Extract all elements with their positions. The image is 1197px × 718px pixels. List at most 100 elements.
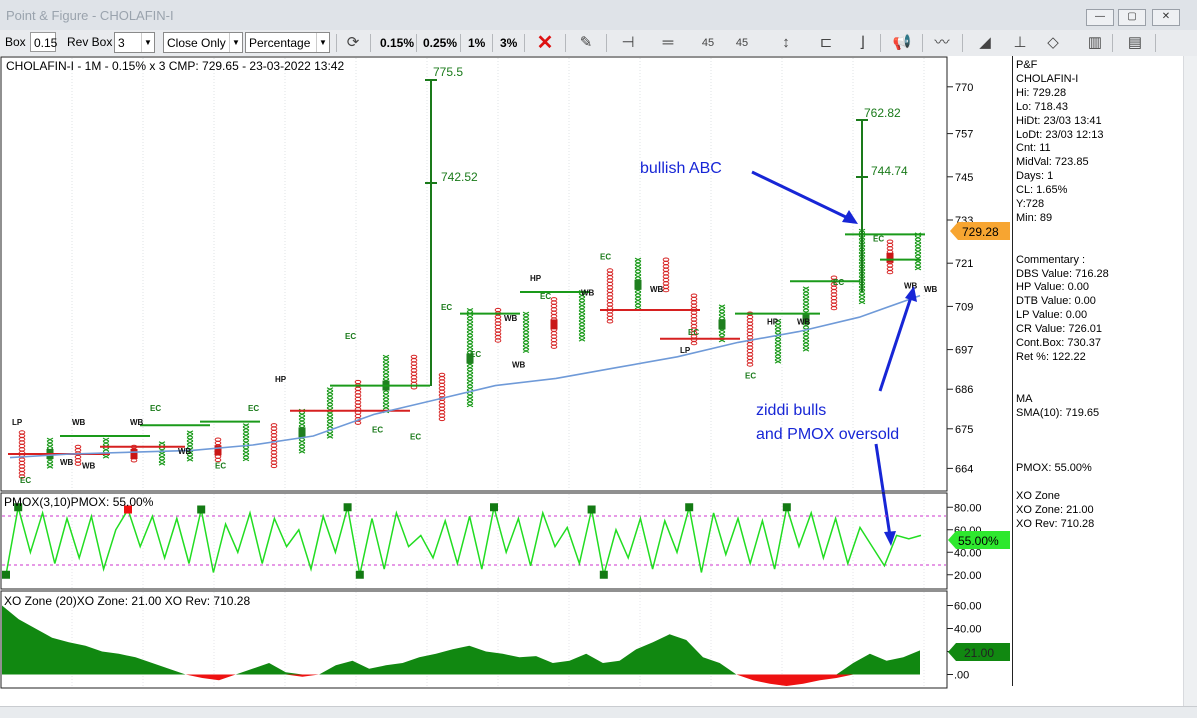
- megaphone-icon[interactable]: 📢: [892, 33, 912, 53]
- separator: [416, 34, 417, 52]
- panel-icon[interactable]: ▤: [1125, 33, 1145, 53]
- pmox-signal-square: [599, 570, 608, 579]
- rev-box-select[interactable]: 3 ▼: [114, 32, 155, 53]
- separator: [524, 34, 525, 52]
- highlight-box: [130, 449, 138, 459]
- pmox-signal-square: [197, 505, 206, 514]
- rev-box-label: Rev Box: [67, 35, 113, 49]
- side-panel-line: HP Value: 0.00: [1016, 281, 1089, 294]
- rev-box-value: 3: [118, 36, 125, 50]
- side-panel-line: PMOX: 55.00%: [1016, 462, 1092, 475]
- pattern-marker-ec: EC: [345, 332, 356, 341]
- side-panel-line: LoDt: 23/03 12:13: [1016, 128, 1104, 141]
- side-panel-line: Commentary :: [1016, 253, 1086, 266]
- side-panel-line: LP Value: 0.00: [1016, 309, 1088, 322]
- pattern-marker-wb: WB: [904, 281, 918, 290]
- pattern-marker-ec: EC: [540, 292, 551, 301]
- projection-2-top: 762.82: [864, 106, 901, 120]
- diamond-icon[interactable]: ◇: [1043, 33, 1063, 53]
- highlight-box: [718, 319, 726, 330]
- o-column: [74, 444, 82, 466]
- anchor-icon[interactable]: ⊥: [1010, 33, 1030, 53]
- pct-button-0[interactable]: 0.15%: [380, 33, 414, 53]
- angle-45-right-icon[interactable]: 45: [732, 33, 752, 53]
- pattern-marker-wb: WB: [512, 361, 526, 370]
- pct-button-1[interactable]: 0.25%: [423, 33, 457, 53]
- side-panel-line: XO Zone: 21.00: [1016, 503, 1094, 516]
- pattern-marker-lp: LP: [680, 346, 691, 355]
- highlight-box: [886, 252, 894, 263]
- y-tick-label: 80.00: [954, 502, 982, 514]
- pf-chart-area[interactable]: 770757745733721709697686675664 LPECWBWB W…: [0, 56, 1012, 706]
- method-select[interactable]: Percentage ▼: [245, 32, 330, 53]
- y-tick-label: 675: [955, 424, 973, 436]
- side-panel-line: Hi: 729.28: [1016, 86, 1067, 99]
- box-size-input[interactable]: 0.15: [30, 32, 57, 52]
- horizontal-line-icon[interactable]: ═: [658, 33, 678, 53]
- title-bar: Point & Figure - CHOLAFIN-I — ▢ ✕: [0, 0, 1197, 31]
- pattern-marker-ec: EC: [745, 371, 756, 380]
- pattern-marker-wb: WB: [178, 447, 192, 456]
- annotation-ziddi-1: ziddi bulls: [756, 402, 826, 419]
- pattern-marker-ec: EC: [215, 461, 226, 470]
- side-panel-line: Cnt: 11: [1016, 142, 1051, 155]
- edit-icon[interactable]: ✎: [576, 33, 596, 53]
- side-panel-line: SMA(10): 719.65: [1016, 406, 1100, 419]
- highlight-box: [298, 427, 306, 438]
- xo-value-tag: 21.00: [948, 643, 1010, 661]
- side-panel-line: Lo: 718.43: [1016, 100, 1068, 113]
- pattern-marker-wb: WB: [130, 418, 144, 427]
- side-panel-line: DTB Value: 0.00: [1016, 295, 1096, 308]
- minimize-button[interactable]: —: [1086, 9, 1114, 26]
- refresh-icon[interactable]: ⟳: [343, 33, 363, 53]
- separator: [606, 34, 607, 52]
- close-button[interactable]: ✕: [1152, 9, 1180, 26]
- line-chart-icon[interactable]: 〰: [932, 33, 952, 53]
- main-chart-header: CHOLAFIN-I - 1M - 0.15% x 3 CMP: 729.65 …: [6, 59, 344, 73]
- side-panel-line: MA: [1016, 392, 1033, 405]
- o-column: [214, 437, 222, 463]
- y-tick-label: 686: [955, 384, 973, 396]
- y-tick-label: 697: [955, 345, 973, 357]
- pattern-marker-wb: WB: [924, 285, 938, 294]
- pattern-marker-ec: EC: [600, 253, 611, 262]
- pattern-marker-ec: EC: [20, 476, 31, 485]
- pmox-signal-square: [685, 503, 694, 512]
- method-value: Percentage: [249, 36, 311, 50]
- pmox-value-tag: 55.00%: [948, 531, 1010, 549]
- maximize-button[interactable]: ▢: [1118, 9, 1146, 26]
- pmox-signal-square: [490, 503, 498, 512]
- y-tick-label: 40.00: [954, 547, 982, 559]
- close-mode-select[interactable]: Close Only ▼: [163, 32, 243, 53]
- fork-icon[interactable]: ⊣: [618, 33, 638, 53]
- bracket-icon[interactable]: ⊏: [816, 33, 836, 53]
- pct-button-2[interactable]: 1%: [468, 33, 485, 53]
- bars-icon[interactable]: ▥: [1085, 33, 1105, 53]
- angle-45-left-label: 45: [701, 37, 715, 49]
- pmox-signal-square: [2, 570, 10, 579]
- y-tick-label: 20.00: [954, 570, 982, 582]
- y-tick-label: 721: [955, 258, 973, 270]
- side-panel-line: Days: 1: [1016, 170, 1054, 183]
- pattern-marker-hp: HP: [530, 274, 542, 283]
- y-tick-label: 60.00: [954, 601, 982, 613]
- side-panel-line: Y:728: [1016, 198, 1045, 210]
- y-tick-label: 709: [955, 301, 973, 313]
- pmox-signal-square: [355, 570, 364, 579]
- scrollbar[interactable]: [1183, 56, 1197, 706]
- delete-icon[interactable]: ✕: [535, 33, 555, 53]
- corner-icon[interactable]: ⌋: [852, 33, 872, 53]
- pattern-marker-ec: EC: [248, 404, 259, 413]
- chevron-down-icon: ▼: [229, 33, 242, 52]
- triangle-icon[interactable]: ◢: [975, 33, 995, 53]
- side-panel-line: XO Zone: [1016, 489, 1061, 502]
- separator: [1112, 34, 1113, 52]
- pattern-marker-ec: EC: [410, 433, 421, 442]
- chevron-down-icon: ▼: [316, 33, 329, 52]
- side-panel-line: Ret %: 122.22: [1016, 350, 1086, 363]
- xo-value: 21.00: [964, 646, 994, 660]
- pattern-marker-ec: EC: [441, 303, 452, 312]
- angle-45-left-icon[interactable]: 45: [698, 33, 718, 53]
- pct-button-3[interactable]: 3%: [500, 33, 517, 53]
- vertical-tool-icon[interactable]: ↕: [776, 33, 796, 53]
